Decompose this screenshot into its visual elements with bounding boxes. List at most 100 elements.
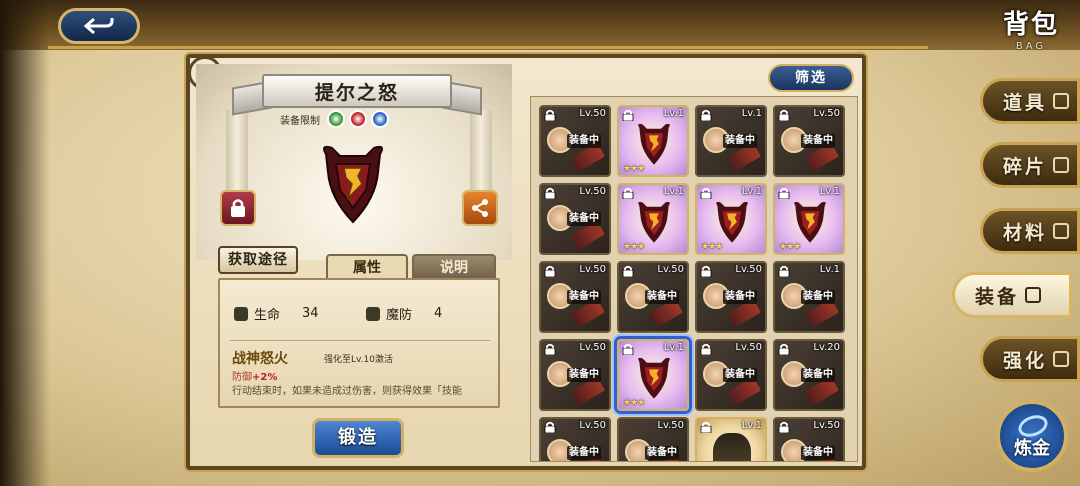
item-lock-icon [622,265,634,277]
inventory-item[interactable]: Lv.50 装备中 [773,417,845,461]
share-icon [472,199,488,217]
item-lock-icon [622,109,634,121]
item-level: Lv.50 [579,186,606,197]
skill-effect: 防御+2% [232,368,277,383]
inventory-item[interactable]: Lv.1 ★★★ [695,183,767,255]
skill-description: 行动结束时，如果未造成过伤害，则获得效果「技能 [232,386,462,397]
inventory-item[interactable]: Lv.50 装备中 [539,261,611,333]
page-title-block: 背包 BAG [990,4,1072,52]
inventory-item[interactable]: Lv.50 装备中 [773,105,845,177]
item-rarity-stars: ★★★ [623,242,645,252]
enhance-icon [1053,351,1070,367]
filter-button[interactable]: 筛选 [768,64,854,92]
equipped-badge: 装备中 [567,134,601,148]
tab-items[interactable]: 道具 [980,78,1080,124]
stat-mdef-value: 4 [434,306,443,321]
item-lock-icon [544,109,556,121]
lock-button[interactable] [220,190,256,226]
tab-equipment[interactable]: 装备 [952,272,1072,318]
inventory-grid: Lv.50 装备中 Lv.1 ★★★ Lv.1 装备中 Lv.50 装备中 Lv.50 装备中 Lv… [530,96,858,462]
item-level: Lv.50 [579,342,606,353]
item-lock-icon [700,109,712,121]
page-subtitle: BAG [1015,41,1047,52]
equipped-badge: 装备中 [801,368,835,382]
skill-unlock-condition: 强化至Lv.10激活 [324,355,393,365]
inventory-item[interactable]: Lv.50 装备中 [539,105,611,177]
item-lock-icon [544,187,556,199]
sword-class-icon [327,110,345,128]
inventory-item[interactable]: Lv.1 [695,417,767,461]
item-lock-icon [778,343,790,355]
tab-enhance[interactable]: 强化 [980,336,1080,382]
item-level: Lv.50 [579,264,606,275]
inventory-item[interactable]: Lv.1 装备中 [695,105,767,177]
item-level: Lv.50 [657,264,684,275]
knight-class-icon [349,110,367,128]
equipped-badge: 装备中 [723,134,757,148]
equipped-badge: 装备中 [801,446,835,460]
item-level: Lv.1 [663,108,684,119]
tab-fragments-label: 碎片 [1003,155,1048,178]
item-lock-icon [778,421,790,433]
share-button[interactable] [462,190,498,226]
item-lock-icon [544,421,556,433]
inventory-item[interactable]: Lv.20 装备中 [773,339,845,411]
inventory-item[interactable]: Lv.1 装备中 [773,261,845,333]
tab-items-label: 道具 [1003,91,1048,114]
item-rarity-stars: ★★★ [701,242,723,252]
alchemy-button[interactable]: 炼金 [996,400,1068,472]
stat-hp-value: 34 [302,306,319,321]
inventory-item[interactable]: Lv.1 ★★★ [617,183,689,255]
header-divider [48,46,928,49]
page-title: 背包 [1002,10,1059,40]
item-emblem-icon [794,201,826,243]
equipped-badge: 装备中 [723,368,757,382]
item-level: Lv.1 [663,342,684,353]
item-lock-icon [622,343,634,355]
item-level: Lv.20 [813,342,840,353]
item-level: Lv.1 [819,186,840,197]
obtain-source-button[interactable]: 获取途径 [218,246,298,274]
inventory-item[interactable]: Lv.50 装备中 [695,339,767,411]
attributes-panel: 生命 34 魔防 4 战神怒火 强化至Lv.10激活 防御+2% 行动结束时，如… [218,278,500,408]
inventory-item[interactable]: Lv.50 装备中 [695,261,767,333]
stat-hp: 生命 34 [234,304,319,323]
tab-equipment-label: 装备 [975,285,1020,308]
skill-name: 战神怒火 [232,351,288,367]
item-emblem-icon [638,123,670,165]
item-name: 提尔之怒 [314,82,399,104]
item-emblem-icon [638,357,670,399]
inventory-item[interactable]: Lv.50 装备中 [617,417,689,461]
alchemy-label: 炼金 [1014,438,1050,459]
inventory-item[interactable]: Lv.50 装备中 [539,417,611,461]
inventory-item[interactable]: Lv.50 装备中 [617,261,689,333]
equip-restriction: 装备限制 [280,110,389,128]
item-name-banner: 提尔之怒 [232,70,482,116]
lock-icon [231,199,245,217]
inventory-item[interactable]: Lv.1 ★★★ [773,183,845,255]
item-rarity-stars: ★★★ [623,398,645,408]
forge-button[interactable]: 锻造 [312,418,404,458]
inventory-item[interactable]: Lv.1 ★★★ [617,339,689,411]
item-lock-icon [622,187,634,199]
tab-materials[interactable]: 材料 [980,208,1080,254]
tab-enhance-label: 强化 [1003,349,1048,372]
back-button[interactable] [58,8,140,44]
tab-fragments[interactable]: 碎片 [980,142,1080,188]
equipped-badge: 装备中 [567,446,601,460]
item-emblem-icon [638,201,670,243]
equipped-badge: 装备中 [645,290,679,304]
tab-description[interactable]: 说明 [412,254,496,280]
inventory-item[interactable]: Lv.50 装备中 [539,183,611,255]
item-level: Lv.50 [579,420,606,431]
tab-attributes[interactable]: 属性 [326,254,408,280]
item-lock-icon [700,421,712,433]
equipped-badge: 装备中 [801,134,835,148]
mage-class-icon [371,110,389,128]
item-level: Lv.1 [741,420,762,431]
item-lock-icon [544,343,556,355]
item-level: Lv.1 [741,186,762,197]
item-lock-icon [778,109,790,121]
inventory-item[interactable]: Lv.50 装备中 [539,339,611,411]
inventory-item[interactable]: Lv.1 ★★★ [617,105,689,177]
